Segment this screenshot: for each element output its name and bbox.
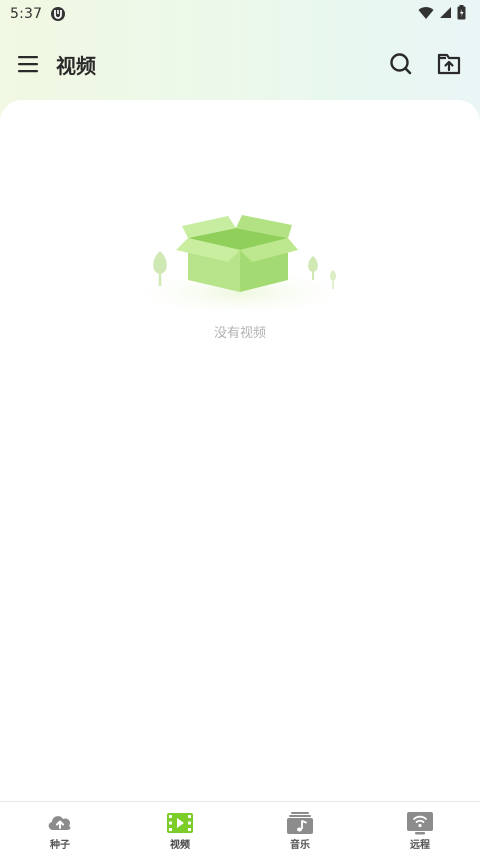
bottom-navigation: 种子 视频 音乐 远程 [0,801,480,853]
nav-label-music: 音乐 [290,840,310,851]
menu-button[interactable] [16,52,40,76]
video-film-icon [167,813,193,833]
search-button[interactable] [388,51,414,77]
battery-icon [457,5,466,20]
empty-box-illustration [132,215,348,310]
wifi-icon [418,6,434,19]
remote-screen-icon [407,812,433,835]
app-notification-icon [51,7,66,21]
page-title: 视频 [56,54,96,78]
upload-folder-button[interactable] [436,51,462,77]
cloud-upload-icon [48,816,71,830]
nav-item-torrents[interactable]: 种子 [0,802,120,853]
music-icon [287,812,313,834]
nav-label-torrents: 种子 [50,840,70,851]
cellular-signal-icon [440,7,451,18]
nav-label-videos: 视频 [170,840,190,851]
nav-label-remote: 远程 [410,840,430,851]
empty-state-message: 没有视频 [213,326,266,341]
status-bar: 5:37 [0,0,480,28]
status-time: 5:37 [10,6,43,22]
nav-item-music[interactable]: 音乐 [240,802,360,853]
nav-item-remote[interactable]: 远程 [360,802,480,853]
app-bar: 视频 [0,38,480,90]
nav-item-videos[interactable]: 视频 [120,802,240,853]
